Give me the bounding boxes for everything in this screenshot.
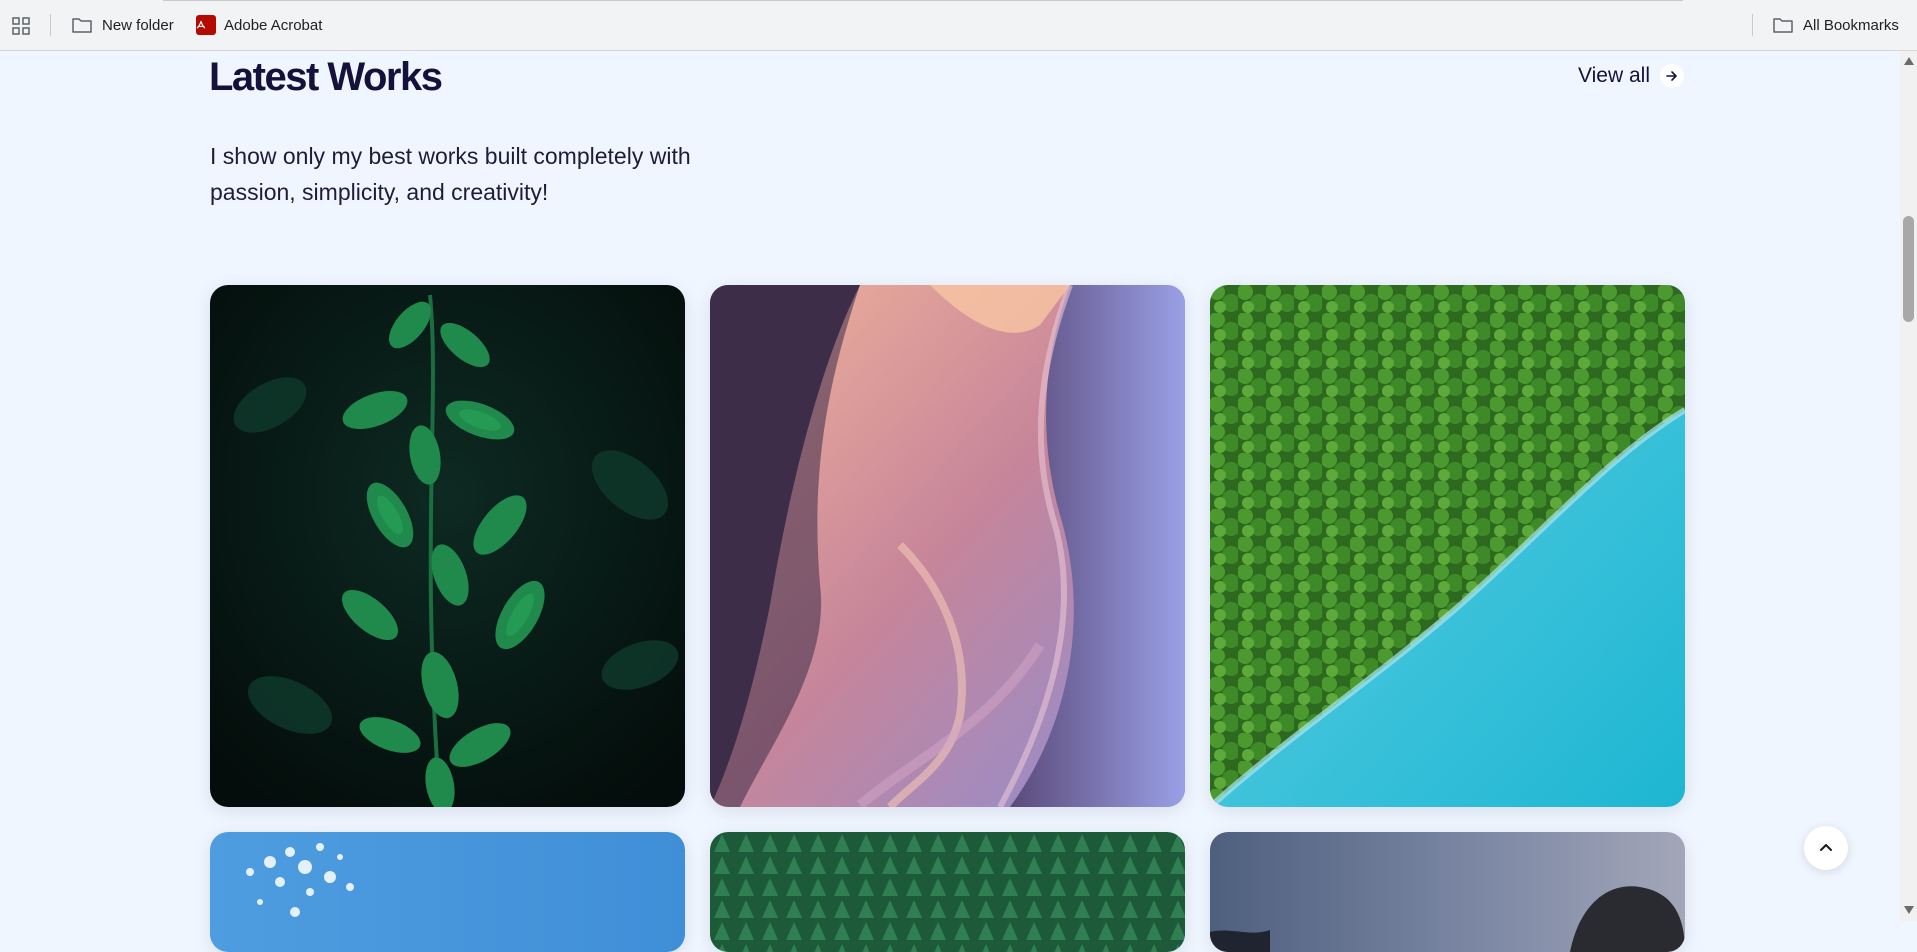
- scroll-up-arrow-icon[interactable]: [1904, 57, 1914, 65]
- section-title: Latest Works: [209, 55, 443, 99]
- bookmark-label: Adobe Acrobat: [224, 16, 323, 34]
- bookmarks-separator: [1752, 14, 1753, 36]
- chevron-up-icon: [1820, 844, 1832, 851]
- canyon-image: [710, 285, 1185, 807]
- folder-icon: [72, 18, 92, 33]
- bookmarks-bar: New folder Adobe Acrobat All Bookmarks: [0, 0, 1917, 51]
- adobe-acrobat-icon: [196, 15, 216, 35]
- work-card-sky[interactable]: [210, 832, 685, 952]
- bookmark-adobe-acrobat[interactable]: Adobe Acrobat: [196, 13, 322, 37]
- work-card-leaves[interactable]: [210, 285, 685, 807]
- intro-line-1: I show only my best works built complete…: [210, 143, 691, 169]
- apps-grid-icon[interactable]: [12, 17, 30, 35]
- forest-lake-image: [1210, 285, 1685, 807]
- work-card-forest-lake[interactable]: [1210, 285, 1685, 807]
- all-bookmarks-button[interactable]: All Bookmarks: [1773, 13, 1899, 37]
- folder-icon: [1773, 18, 1793, 33]
- section-intro: I show only my best works built complete…: [210, 138, 770, 210]
- scroll-down-arrow-icon[interactable]: [1904, 906, 1914, 914]
- all-bookmarks-label: All Bookmarks: [1803, 16, 1899, 34]
- bookmarks-separator: [50, 14, 51, 36]
- work-card-canyon[interactable]: [710, 285, 1185, 807]
- view-all-link[interactable]: View all: [1578, 62, 1684, 90]
- scrollbar-thumb[interactable]: [1903, 216, 1914, 322]
- scroll-to-top-button[interactable]: [1804, 826, 1848, 870]
- leaves-image: [210, 285, 685, 807]
- work-card-pines[interactable]: [710, 832, 1185, 952]
- intro-line-2: passion, simplicity, and creativity!: [210, 179, 549, 205]
- page-scrollbar[interactable]: [1900, 51, 1917, 921]
- bookmark-label: New folder: [102, 16, 174, 34]
- rock-dusk-image: [1210, 832, 1685, 952]
- pine-forest-image: [710, 832, 1185, 952]
- arrow-right-icon: [1659, 64, 1684, 88]
- view-all-label: View all: [1578, 64, 1650, 87]
- work-card-rock[interactable]: [1210, 832, 1685, 952]
- bookmark-new-folder[interactable]: New folder: [72, 13, 174, 37]
- tab-strip-edge: [163, 0, 1683, 1]
- sky-splash-image: [210, 832, 685, 952]
